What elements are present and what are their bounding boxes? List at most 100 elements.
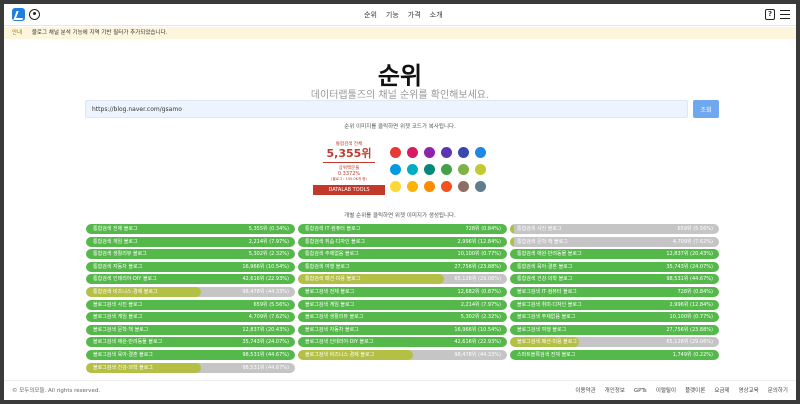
rank-item[interactable]: 블로그검색 인테리어·DIY 블로그 42,616위 (22.93%)	[298, 337, 507, 348]
blog-url-input[interactable]	[85, 100, 688, 118]
footer-link[interactable]: 개인정보	[605, 381, 625, 400]
rank-item-value: 659위 (5.56%)	[677, 226, 713, 232]
footer-link[interactable]: 요금제	[714, 381, 729, 400]
rank-item[interactable]: 블로그검색 생활리뷰 블로그 5,302위 (2.32%)	[298, 312, 507, 323]
rank-item-name: 블로그검색 주제없음 블로그	[517, 314, 576, 321]
nav-item-pricing[interactable]: 가격	[408, 10, 421, 20]
rank-item[interactable]: 통합검색 게임 블로그 2,214위 (7.97%)	[86, 236, 295, 247]
rank-item[interactable]: 블로그검색 사진 블로그 659위 (5.56%)	[86, 299, 295, 310]
rank-item[interactable]: 블로그검색 전체 블로그 12,682위 (0.87%)	[298, 286, 507, 297]
footer-link[interactable]: 영상교육	[739, 381, 759, 400]
rank-hint: 개별 순위를 클릭하면 위젯 이미지가 생성됩니다.	[344, 213, 456, 219]
rank-item-name: 통합검색 자동차 블로그	[93, 263, 143, 270]
color-swatch[interactable]	[475, 164, 486, 175]
rank-item[interactable]: 통합검색 인테리어·DIY 블로그 42,616위 (22.93%)	[86, 274, 295, 285]
rank-item[interactable]: 통합검색 생활리뷰 블로그 5,302위 (2.32%)	[86, 249, 295, 260]
nav-item-about[interactable]: 소개	[430, 10, 443, 20]
rank-item-value: 5,355위 (0.34%)	[248, 226, 289, 232]
rank-item-name: 통합검색 육아·결혼 블로그	[517, 263, 573, 270]
color-swatch[interactable]	[390, 181, 401, 192]
color-swatch[interactable]	[424, 181, 435, 192]
rank-grid: 통합검색 전체 블로그 5,355위 (0.34%) 통합검색 IT·컴퓨터 블로그…	[86, 224, 719, 373]
rank-item[interactable]: 통합검색 육아·결혼 블로그 35,743위 (24.07%)	[510, 261, 719, 272]
rank-item[interactable]: 블로그검색 건강·의학 블로그 98,531위 (44.67%)	[86, 362, 295, 373]
rank-item[interactable]: 스마트블록검색 전체 블로그 1,749위 (0.22%)	[510, 349, 719, 360]
color-swatch[interactable]	[441, 147, 452, 158]
rank-item[interactable]: 블로그검색 IT·컴퓨터 블로그 728위 (0.84%)	[510, 286, 719, 297]
rank-item-name: 블로그검색 문학·책 블로그	[93, 326, 149, 333]
rank-item[interactable]: 블로그검색 자동차 블로그 16,966위 (10.54%)	[298, 324, 507, 335]
rank-item-name: 블로그검색 애완·반려동물 블로그	[93, 339, 163, 346]
color-swatch[interactable]	[458, 164, 469, 175]
page-frame: 순위 기능 가격 소개 ? 안내 블로그 채널 분석 기능에 지역 기반 필터가…	[4, 4, 796, 400]
rank-item[interactable]: 블로그검색 육아·결혼 블로그 98,531위 (44.67%)	[86, 349, 295, 360]
footer-link[interactable]: GPTs	[634, 381, 647, 400]
rank-item[interactable]: 통합검색 주제없음 블로그 10,100위 (0.77%)	[298, 249, 507, 260]
color-swatch[interactable]	[424, 147, 435, 158]
rank-item[interactable]: 블로그검색 취미·디자인 블로그 2,996위 (12.84%)	[510, 299, 719, 310]
nav-item-rank[interactable]: 순위	[364, 10, 377, 20]
color-swatch[interactable]	[390, 147, 401, 158]
rank-item-value: 35,743위 (24.07%)	[242, 339, 289, 346]
color-swatch[interactable]	[390, 164, 401, 175]
rank-item[interactable]: 통합검색 IT·컴퓨터 블로그 728위 (0.84%)	[298, 224, 507, 234]
rank-item[interactable]: 통합검색 전체 블로그 5,355위 (0.34%)	[86, 224, 295, 234]
rank-item-name: 블로그검색 비즈니스·경제 블로그	[305, 351, 375, 358]
color-swatch[interactable]	[407, 147, 418, 158]
rank-preview-card[interactable]: 통합검색 전체 5,355위 상위백분율 0.3372% (블로그 : 155.…	[313, 140, 385, 202]
search-button[interactable]: 조회	[693, 100, 719, 118]
color-swatch[interactable]	[458, 181, 469, 192]
logo-icon[interactable]	[12, 8, 25, 21]
rank-item[interactable]: 통합검색 애완·반려동물 블로그 12,837위 (20.43%)	[510, 249, 719, 260]
rank-item-value: 98,531위 (44.67%)	[242, 364, 289, 371]
rank-item-name: 블로그검색 인테리어·DIY 블로그	[305, 339, 374, 346]
rank-item[interactable]: 블로그검색 비즈니스·경제 블로그 98,478위 (44.33%)	[298, 349, 507, 360]
rank-item[interactable]: 블로그검색 게임 블로그 4,709위 (7.62%)	[86, 312, 295, 323]
notice-text[interactable]: 블로그 채널 분석 기능에 지역 기반 필터가 추가되었습니다.	[32, 30, 167, 36]
nav-item-features[interactable]: 기능	[386, 10, 399, 20]
user-icon[interactable]	[29, 9, 40, 20]
footer: © 모두의모들. All rights reserved. 이용약관 개인정보 GP…	[4, 380, 796, 400]
color-swatch[interactable]	[458, 147, 469, 158]
rank-item[interactable]: 블로그검색 여행 블로그 27,756위 (23.88%)	[510, 324, 719, 335]
rank-item[interactable]: 통합검색 취솜·디자인 블로그 2,996위 (12.84%)	[298, 236, 507, 247]
rank-item[interactable]: 통합검색 패션·미용 블로그 65,128위 (29.06%)	[298, 274, 507, 285]
rank-item[interactable]: 블로그검색 패션·미용 블로그 65,128위 (29.06%)	[510, 337, 719, 348]
rank-item[interactable]: 통합검색 자동차 블로그 16,966위 (10.54%)	[86, 261, 295, 272]
rank-item[interactable]: 통합검색 문학·책 블로그 4,709위 (7.62%)	[510, 236, 719, 247]
rank-item[interactable]: 블로그검색 문학·책 블로그 12,837위 (20.43%)	[86, 324, 295, 335]
rank-item[interactable]: 블로그검색 주제없음 블로그 10,100위 (0.77%)	[510, 312, 719, 323]
footer-link[interactable]: 이럴릴이	[656, 381, 676, 400]
footer-link[interactable]: 플랫이론	[685, 381, 705, 400]
rank-item-name: 통합검색 문학·책 블로그	[517, 238, 568, 245]
color-swatch[interactable]	[407, 181, 418, 192]
color-swatch[interactable]	[441, 181, 452, 192]
rank-item-name: 블로그검색 게임 블로그	[93, 314, 143, 321]
rank-item[interactable]: 블로그검색 애완·반려동물 블로그 35,743위 (24.07%)	[86, 337, 295, 348]
rank-item-name: 통합검색 애완·반려동물 블로그	[517, 251, 582, 258]
rank-item-name: 통합검색 인테리어·DIY 블로그	[93, 276, 157, 283]
rank-item-name: 블로그검색 전체 블로그	[305, 288, 355, 295]
footer-link[interactable]: 문의하기	[768, 381, 788, 400]
footer-link[interactable]: 이용약관	[575, 381, 595, 400]
color-swatch[interactable]	[424, 164, 435, 175]
rank-item[interactable]: 블로그검색 게임 블로그 2,214위 (7.97%)	[298, 299, 507, 310]
hamburger-menu-icon[interactable]	[780, 10, 790, 19]
preview-brand: DATALAB TOOLS	[313, 185, 385, 195]
rank-item[interactable]: 통합검색 건강·의학 블로그 98,531위 (44.67%)	[510, 274, 719, 285]
copy-hint: 순위 이미지를 클릭하면 위젯 코드가 복사됩니다.	[344, 124, 456, 130]
rank-item-name: 통합검색 게임 블로그	[93, 238, 138, 245]
color-swatch[interactable]	[441, 164, 452, 175]
preview-divider	[323, 162, 375, 163]
footer-links: 이용약관 개인정보 GPTs 이럴릴이 플랫이론 요금제 영상교육 문의하기	[575, 381, 788, 400]
rank-item-value: 728위 (0.84%)	[677, 288, 713, 295]
rank-item[interactable]: 통합검색 여행 블로그 27,756위 (23.88%)	[298, 261, 507, 272]
rank-item[interactable]: 통합검색 사진 블로그 659위 (5.56%)	[510, 224, 719, 234]
help-icon[interactable]: ?	[765, 9, 775, 20]
color-swatch[interactable]	[475, 181, 486, 192]
color-swatch[interactable]	[475, 147, 486, 158]
rank-item[interactable]: 통합검색 비즈니스·경제 블로그 98,478위 (44.33%)	[86, 286, 295, 297]
rank-item-value: 12,837위 (20.43%)	[666, 251, 713, 258]
page-subtitle: 데이터랩툴즈의 채널 순위를 확인해보세요.	[310, 90, 490, 101]
color-swatch[interactable]	[407, 164, 418, 175]
